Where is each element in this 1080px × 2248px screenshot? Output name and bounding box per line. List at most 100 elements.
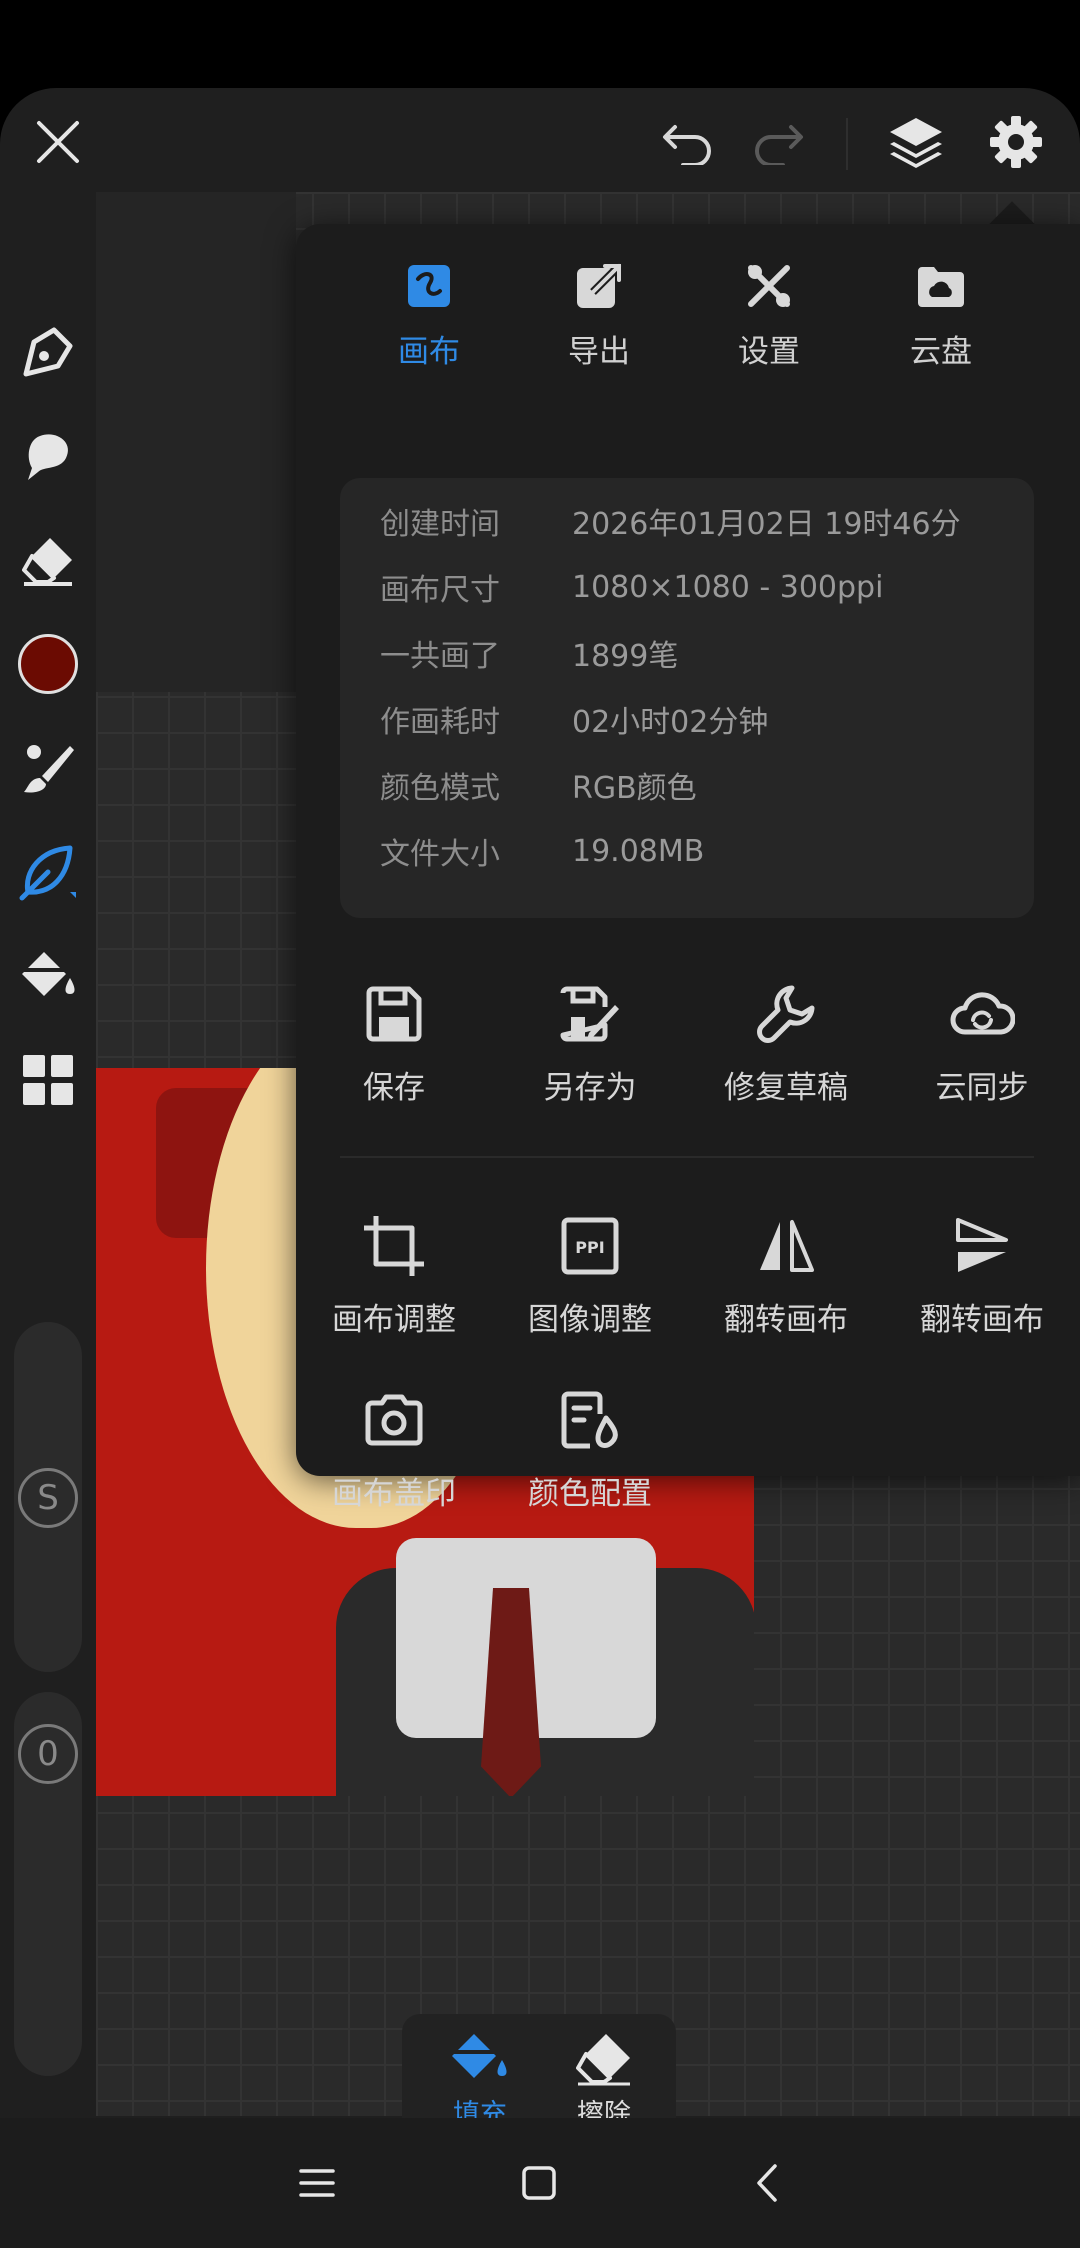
brush-icon xyxy=(24,745,74,793)
flip-canvas-horizontal-button[interactable]: 翻转画布 xyxy=(688,1210,884,1360)
info-row: 创建时间 2026年01月02日 19时46分 xyxy=(340,488,1034,554)
left-toolbar: S 0 xyxy=(0,192,96,2116)
layout-tool-button[interactable] xyxy=(14,1046,82,1114)
fill-bucket-icon xyxy=(20,952,75,996)
info-key: 文件大小 xyxy=(380,837,500,872)
save-as-button[interactable]: 另存为 xyxy=(492,978,688,1128)
tab-canvas-label: 画布 xyxy=(398,334,460,370)
tab-export-label: 导出 xyxy=(568,334,630,370)
image-adjust-label: 图像调整 xyxy=(528,1302,652,1338)
info-row: 一共画了 1899笔 xyxy=(340,620,1034,686)
flip-vertical-icon xyxy=(956,1218,1008,1272)
info-row: 画布尺寸 1080×1080 - 300ppi xyxy=(340,554,1034,620)
info-key: 颜色模式 xyxy=(380,771,500,806)
cloud-sync-label: 云同步 xyxy=(935,1070,1029,1106)
eraser-icon xyxy=(576,2034,630,2086)
smudge-tool-button[interactable] xyxy=(14,422,82,490)
redo-icon xyxy=(755,125,803,165)
info-value: RGB颜色 xyxy=(572,771,697,806)
tab-cloud-drive[interactable]: 云盘 xyxy=(866,256,1016,396)
info-value: 1080×1080 - 300ppi xyxy=(572,569,884,605)
flip-horizontal-icon xyxy=(760,1220,814,1272)
tab-settings[interactable]: 设置 xyxy=(694,256,844,396)
info-row: 文件大小 19.08MB xyxy=(340,818,1034,884)
close-icon xyxy=(37,121,79,163)
color-config-label: 颜色配置 xyxy=(528,1476,652,1512)
wrench-icon xyxy=(757,985,815,1043)
canvas-adjust-button[interactable]: 画布调整 xyxy=(296,1210,492,1360)
fill-tool-button[interactable] xyxy=(14,942,82,1010)
system-nav-bar xyxy=(0,2118,1080,2248)
save-as-icon xyxy=(560,986,619,1042)
cloud-sync-icon xyxy=(950,992,1015,1035)
canvas-stamp-button[interactable]: 画布盖印 xyxy=(296,1384,492,1534)
flip-canvas-vertical-label: 翻转画布 xyxy=(920,1302,1044,1338)
section-divider xyxy=(340,1156,1034,1158)
ppi-icon: PPI xyxy=(561,1217,619,1275)
layers-button[interactable] xyxy=(884,110,948,174)
flip-canvas-horizontal-label: 翻转画布 xyxy=(724,1302,848,1338)
recent-apps-button[interactable] xyxy=(282,2148,352,2218)
info-key: 一共画了 xyxy=(380,639,500,674)
info-row: 作画耗时 02小时02分钟 xyxy=(340,686,1034,752)
crop-icon xyxy=(364,1216,424,1276)
save-as-label: 另存为 xyxy=(543,1070,637,1106)
home-square-icon xyxy=(522,2166,556,2200)
info-row: 颜色模式 RGB颜色 xyxy=(340,752,1034,818)
brush-size-knob[interactable]: S xyxy=(18,1468,78,1528)
back-button[interactable] xyxy=(732,2148,802,2218)
back-chevron-icon xyxy=(757,2164,777,2202)
brush-size-slider[interactable]: S xyxy=(14,1322,82,1672)
save-icon xyxy=(366,986,422,1042)
gear-icon xyxy=(990,116,1042,168)
undo-button[interactable] xyxy=(656,110,720,174)
tab-canvas[interactable]: 画布 xyxy=(354,256,504,396)
paint-app: S 0 画布 导出 设置 云盘 创建时间 2026年01月02日 19时46分 … xyxy=(0,88,1080,2248)
leaf-brush-icon xyxy=(19,845,76,901)
toolbar-divider xyxy=(846,118,848,170)
close-button[interactable] xyxy=(26,110,90,174)
info-value: 02小时02分钟 xyxy=(572,705,769,740)
leaf-brush-button[interactable] xyxy=(14,838,82,906)
info-value: 19.08MB xyxy=(572,833,705,869)
tab-export[interactable]: 导出 xyxy=(524,256,674,396)
save-label: 保存 xyxy=(363,1070,425,1106)
home-button[interactable] xyxy=(504,2148,574,2218)
settings-tools-icon xyxy=(748,265,790,307)
color-config-button[interactable]: 颜色配置 xyxy=(492,1384,688,1534)
canvas-menu-panel: 画布 导出 设置 云盘 创建时间 2026年01月02日 19时46分 画布尺寸… xyxy=(296,224,1080,1512)
eraser-icon xyxy=(22,538,72,586)
eraser-tool-button[interactable] xyxy=(14,526,82,594)
export-icon xyxy=(577,263,622,308)
info-key: 创建时间 xyxy=(380,507,500,542)
top-bar xyxy=(0,88,1080,192)
canvas-background xyxy=(96,192,296,692)
color-picker-button[interactable] xyxy=(14,630,82,698)
fill-bucket-icon xyxy=(450,2034,507,2078)
info-key: 作画耗时 xyxy=(380,705,500,740)
brush-opacity-knob[interactable]: 0 xyxy=(18,1724,78,1784)
undo-icon xyxy=(663,125,711,165)
repair-draft-label: 修复草稿 xyxy=(724,1070,848,1106)
settings-button[interactable] xyxy=(984,110,1048,174)
canvas-stamp-label: 画布盖印 xyxy=(332,1476,456,1512)
pen-tool-button[interactable] xyxy=(14,318,82,386)
repair-draft-button[interactable]: 修复草稿 xyxy=(688,978,884,1128)
image-adjust-button[interactable]: PPI 图像调整 xyxy=(492,1210,688,1360)
info-value: 1899笔 xyxy=(572,639,679,674)
brush-settings-button[interactable] xyxy=(14,734,82,802)
menu-icon xyxy=(299,2169,335,2197)
canvas-icon xyxy=(408,265,450,307)
layers-icon xyxy=(890,118,942,168)
panel-tabs: 画布 导出 设置 云盘 xyxy=(296,224,1080,454)
flip-canvas-vertical-button[interactable]: 翻转画布 xyxy=(884,1210,1080,1360)
current-color-swatch xyxy=(18,634,78,694)
redo-button[interactable] xyxy=(746,110,810,174)
tab-settings-label: 设置 xyxy=(738,334,800,370)
canvas-adjust-label: 画布调整 xyxy=(332,1302,456,1338)
info-key: 画布尺寸 xyxy=(380,573,500,608)
cloud-sync-button[interactable]: 云同步 xyxy=(884,978,1080,1128)
brush-opacity-slider[interactable]: 0 xyxy=(14,1692,82,2076)
save-button[interactable]: 保存 xyxy=(296,978,492,1128)
color-config-icon xyxy=(561,1391,618,1449)
